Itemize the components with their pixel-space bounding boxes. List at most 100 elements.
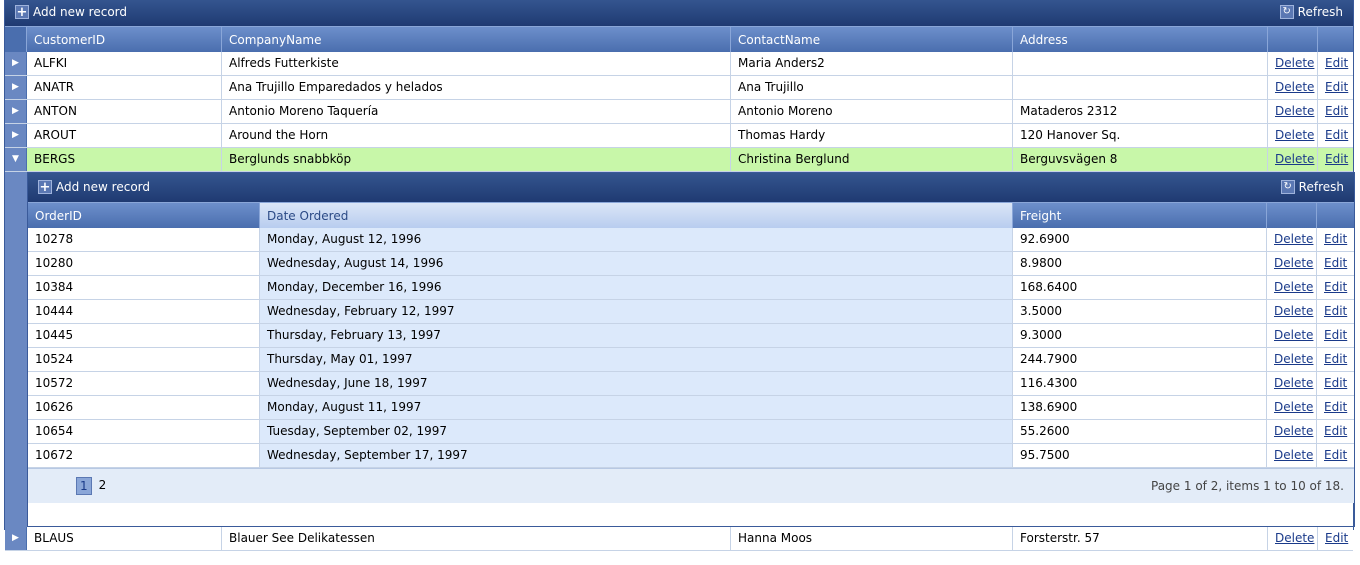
delete-link[interactable]: Delete — [1274, 424, 1313, 438]
page-links: 1 2 — [76, 477, 109, 495]
collapse-arrow-icon[interactable]: ▼ — [5, 148, 27, 171]
cell-customerid: BLAUS — [27, 527, 222, 550]
delete-link[interactable]: Delete — [1275, 128, 1314, 142]
detail-refresh-label: Refresh — [1298, 180, 1344, 194]
page-link-1[interactable]: 1 — [76, 477, 92, 495]
plus-icon: + — [15, 5, 29, 20]
edit-link-cell: Edit — [1317, 228, 1354, 251]
detail-table-row: 10524 Thursday, May 01, 1997 244.7900 Delet… — [28, 348, 1354, 372]
edit-link[interactable]: Edit — [1325, 152, 1348, 166]
cell-contactname: Thomas Hardy — [731, 124, 1013, 147]
cell-contactname: Hanna Moos — [731, 527, 1013, 550]
detail-table-row: 10280 Wednesday, August 14, 1996 8.9800 Del… — [28, 252, 1354, 276]
column-header-customerid[interactable]: CustomerID — [27, 27, 222, 52]
edit-link[interactable]: Edit — [1325, 128, 1348, 142]
expand-arrow-icon[interactable]: ▶ — [5, 100, 27, 123]
pager: 1 2 Page 1 of 2, items 1 to 10 of 18. — [28, 468, 1354, 503]
edit-link[interactable]: Edit — [1324, 376, 1347, 390]
table-row: ▶ BLAUS Blauer See Delikatessen Hanna Mo… — [5, 527, 1353, 551]
master-add-new-record-button[interactable]: + Add new record — [15, 5, 127, 19]
cell-date-ordered: Monday, December 16, 1996 — [260, 276, 1013, 299]
delete-link[interactable]: Delete — [1274, 376, 1313, 390]
table-row-selected: ▼ BERGS Berglunds snabbköp Christina Ber… — [5, 148, 1353, 172]
page-link-2[interactable]: 2 — [96, 477, 110, 495]
edit-link[interactable]: Edit — [1324, 424, 1347, 438]
delete-link[interactable]: Delete — [1274, 328, 1313, 342]
edit-link[interactable]: Edit — [1324, 352, 1347, 366]
cell-companyname: Antonio Moreno Taquería — [222, 100, 731, 123]
column-header-orderid[interactable]: OrderID — [28, 203, 260, 228]
delete-link[interactable]: Delete — [1274, 280, 1313, 294]
expand-arrow-icon[interactable]: ▶ — [5, 52, 27, 75]
delete-link[interactable]: Delete — [1274, 352, 1313, 366]
cell-date-ordered: Tuesday, September 02, 1997 — [260, 420, 1013, 443]
edit-link-cell: Edit — [1317, 276, 1354, 299]
delete-link[interactable]: Delete — [1274, 256, 1313, 270]
edit-link[interactable]: Edit — [1324, 304, 1347, 318]
detail-rows: 10278 Monday, August 12, 1996 92.6900 Delet… — [28, 228, 1354, 468]
orders-detail-grid: + Add new record ↻ Refresh OrderID Date … — [27, 172, 1355, 527]
edit-link[interactable]: Edit — [1324, 328, 1347, 342]
column-header-delete — [1268, 27, 1318, 52]
delete-link[interactable]: Delete — [1275, 531, 1314, 545]
customers-grid: + Add new record ↻ Refresh CustomerID Co… — [4, 0, 1355, 551]
cell-date-ordered: Wednesday, August 14, 1996 — [260, 252, 1013, 275]
plus-icon: + — [38, 180, 52, 195]
column-header-edit — [1317, 203, 1354, 228]
column-header-contactname[interactable]: ContactName — [731, 27, 1013, 52]
cell-contactname: Christina Berglund — [731, 148, 1013, 171]
cell-orderid: 10572 — [28, 372, 260, 395]
column-header-date-ordered[interactable]: Date Ordered — [260, 203, 1013, 228]
column-header-companyname[interactable]: CompanyName — [222, 27, 731, 52]
expand-arrow-icon[interactable]: ▶ — [5, 76, 27, 99]
cell-orderid: 10672 — [28, 444, 260, 467]
cell-orderid: 10445 — [28, 324, 260, 347]
detail-add-new-record-button[interactable]: + Add new record — [38, 180, 150, 194]
edit-link[interactable]: Edit — [1324, 280, 1347, 294]
edit-link-cell: Edit — [1317, 300, 1354, 323]
column-header-edit — [1318, 27, 1353, 52]
delete-link[interactable]: Delete — [1275, 80, 1314, 94]
delete-link[interactable]: Delete — [1274, 232, 1313, 246]
cell-customerid: ANTON — [27, 100, 222, 123]
cell-customerid: ANATR — [27, 76, 222, 99]
delete-link-cell: Delete — [1267, 324, 1317, 347]
column-header-address[interactable]: Address — [1013, 27, 1268, 52]
column-header-freight[interactable]: Freight — [1013, 203, 1267, 228]
expand-arrow-icon[interactable]: ▶ — [5, 527, 27, 550]
edit-link[interactable]: Edit — [1325, 80, 1348, 94]
detail-table-row: 10626 Monday, August 11, 1997 138.6900 Dele… — [28, 396, 1354, 420]
edit-link[interactable]: Edit — [1325, 531, 1348, 545]
cell-companyname: Alfreds Futterkiste — [222, 52, 731, 75]
cell-address — [1013, 52, 1268, 75]
delete-link-cell: Delete — [1267, 228, 1317, 251]
delete-link[interactable]: Delete — [1275, 152, 1314, 166]
delete-link[interactable]: Delete — [1275, 104, 1314, 118]
pager-info: Page 1 of 2, items 1 to 10 of 18. — [1151, 479, 1344, 493]
cell-freight: 8.9800 — [1013, 252, 1267, 275]
detail-refresh-button[interactable]: ↻ Refresh — [1280, 180, 1344, 194]
cell-date-ordered: Thursday, February 13, 1997 — [260, 324, 1013, 347]
edit-link[interactable]: Edit — [1324, 232, 1347, 246]
cell-address: Berguvsvägen 8 — [1013, 148, 1268, 171]
cell-freight: 55.2600 — [1013, 420, 1267, 443]
delete-link[interactable]: Delete — [1274, 448, 1313, 462]
edit-link[interactable]: Edit — [1325, 56, 1348, 70]
edit-link[interactable]: Edit — [1324, 448, 1347, 462]
master-refresh-button[interactable]: ↻ Refresh — [1279, 5, 1343, 19]
edit-link[interactable]: Edit — [1325, 104, 1348, 118]
cell-contactname: Antonio Moreno — [731, 100, 1013, 123]
edit-link[interactable]: Edit — [1324, 256, 1347, 270]
edit-link[interactable]: Edit — [1324, 400, 1347, 414]
expand-arrow-icon[interactable]: ▶ — [5, 124, 27, 147]
delete-link[interactable]: Delete — [1274, 304, 1313, 318]
cell-address: Mataderos 2312 — [1013, 100, 1268, 123]
edit-link-cell: Edit — [1317, 324, 1354, 347]
detail-table-row: 10572 Wednesday, June 18, 1997 116.4300 Del… — [28, 372, 1354, 396]
master-header-row: CustomerID CompanyName ContactName Addre… — [5, 26, 1353, 52]
delete-link[interactable]: Delete — [1274, 400, 1313, 414]
cell-contactname: Ana Trujillo — [731, 76, 1013, 99]
delete-link[interactable]: Delete — [1275, 56, 1314, 70]
cell-companyname: Around the Horn — [222, 124, 731, 147]
master-refresh-label: Refresh — [1297, 5, 1343, 19]
